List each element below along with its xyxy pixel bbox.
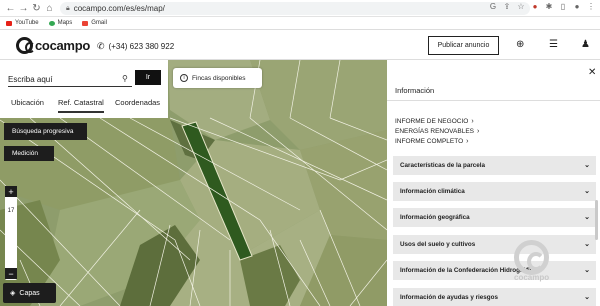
chevron-down-icon: ⌄	[584, 188, 590, 195]
info-panel: ✕ Información INFORME DE NEGOCIO › ENERG…	[387, 60, 600, 306]
info-icon: i	[180, 74, 188, 82]
section-label: Información de ayudas y riesgos	[400, 294, 498, 301]
logo-icon	[16, 37, 35, 54]
tab-coordenadas[interactable]: Coordenadas	[115, 98, 160, 107]
fincas-disponibles-button[interactable]: i Fincas disponibles	[173, 68, 262, 88]
address-bar[interactable]: 🔒︎ cocampo.com/es/es/map/	[60, 2, 530, 15]
go-button[interactable]: Ir	[135, 70, 161, 85]
layers-label: Capas	[19, 289, 40, 297]
progressive-search-button[interactable]: Búsqueda progresiva	[4, 123, 87, 140]
chevron-down-icon: ⌄	[584, 294, 590, 301]
section-label: Características de la parcela	[400, 162, 486, 169]
chevron-down-icon: ⌄	[584, 267, 590, 274]
section-geografica[interactable]: Información geográfica ⌄	[393, 208, 596, 227]
tab-ref-catastral[interactable]: Ref. Catastral	[58, 98, 104, 113]
sidebar-icon[interactable]: ▯	[558, 2, 568, 11]
menu-dots-icon[interactable]: ⋮	[586, 2, 596, 11]
zoom-control	[5, 186, 17, 280]
search-input[interactable]: Escriba aquí	[8, 73, 132, 87]
puzzle-icon[interactable]: ✱	[544, 2, 554, 11]
close-icon[interactable]: ✕	[588, 67, 596, 78]
section-caracteristicas[interactable]: Características de la parcela ⌄	[393, 156, 596, 175]
fincas-label: Fincas disponibles	[192, 74, 246, 82]
publish-ad-button[interactable]: Publicar anuncio	[428, 36, 499, 55]
brand-logo[interactable]: cocampo	[16, 37, 90, 54]
section-climatica[interactable]: Información climática ⌄	[393, 182, 596, 201]
bookmark-label: YouTube	[15, 20, 39, 26]
phone-number: (+34) 623 380 922	[108, 42, 175, 51]
bookmark-youtube[interactable]: YouTube	[6, 20, 39, 26]
link-informe-negocio[interactable]: INFORME DE NEGOCIO ›	[395, 118, 474, 125]
gmail-icon	[82, 20, 89, 26]
zoom-in-button[interactable]: +	[5, 186, 17, 197]
forward-icon[interactable]: →	[17, 3, 30, 14]
back-icon[interactable]: ←	[4, 3, 17, 14]
section-confederacion[interactable]: Información de la Confederación Hidrográ…	[393, 261, 596, 280]
phone-contact[interactable]: ✆ (+34) 623 380 922	[97, 41, 174, 52]
chevron-down-icon: ⌄	[584, 214, 590, 221]
brand-name: cocampo	[35, 38, 90, 53]
link-label: INFORME COMPLETO	[395, 138, 464, 145]
bookmark-maps[interactable]: Maps	[48, 20, 73, 26]
section-label: Usos del suelo y cultivos	[400, 241, 476, 248]
section-ayudas-riesgos[interactable]: Información de ayudas y riesgos ⌄	[393, 288, 596, 306]
chevron-right-icon: ›	[466, 138, 469, 145]
tab-ubicacion[interactable]: Ubicación	[11, 98, 44, 107]
section-usos-suelo[interactable]: Usos del suelo y cultivos ⌄	[393, 235, 596, 254]
google-icon[interactable]: G	[488, 2, 498, 11]
search-icon[interactable]: ⚲	[122, 74, 128, 83]
bookmark-label: Gmail	[91, 20, 107, 26]
logo-icon	[514, 240, 549, 275]
zoom-level: 17	[7, 208, 15, 214]
browser-toolbar: ← → ↻ ⌂ 🔒︎ cocampo.com/es/es/map/ G ⇪ ☆ …	[0, 0, 600, 17]
link-energias-renovables[interactable]: ENERGÍAS RENOVABLES ›	[395, 128, 479, 135]
youtube-icon	[6, 20, 12, 26]
link-label: INFORME DE NEGOCIO	[395, 118, 469, 125]
profile-icon[interactable]: ●	[572, 2, 582, 11]
measure-button[interactable]: Medición	[4, 146, 54, 161]
link-informe-completo[interactable]: INFORME COMPLETO ›	[395, 138, 468, 145]
chevron-down-icon: ⌄	[584, 162, 590, 169]
divider	[387, 100, 600, 101]
link-label: ENERGÍAS RENOVABLES	[395, 128, 474, 135]
cocampo-watermark: cocampo	[514, 240, 549, 282]
zoom-out-button[interactable]: −	[5, 268, 17, 279]
chevron-down-icon: ⌄	[584, 241, 590, 248]
bookmark-gmail[interactable]: Gmail	[82, 20, 107, 26]
home-icon[interactable]: ⌂	[43, 3, 56, 14]
whatsapp-icon: ✆	[97, 41, 105, 51]
layers-icon: ◈	[10, 290, 16, 297]
section-label: Información geográfica	[400, 214, 470, 221]
chevron-right-icon: ›	[477, 128, 480, 135]
panel-title: Información	[395, 86, 435, 95]
extension-icon[interactable]: ●	[530, 2, 540, 11]
chevron-right-icon: ›	[471, 118, 474, 125]
watermark-text: cocampo	[514, 273, 550, 282]
reload-icon[interactable]: ↻	[30, 3, 43, 14]
site-header: cocampo ✆ (+34) 623 380 922 Publicar anu…	[0, 31, 600, 60]
bookmarks-bar: YouTube Maps Gmail	[0, 17, 600, 30]
globe-icon[interactable]: ⊕	[516, 39, 524, 50]
maps-icon	[48, 20, 55, 26]
layers-button[interactable]: ◈ Capas	[3, 283, 56, 303]
url-text: cocampo.com/es/es/map/	[73, 4, 165, 13]
lock-icon: 🔒︎	[66, 4, 70, 12]
bookmark-star-icon[interactable]: ☆	[516, 2, 526, 11]
section-label: Información climática	[400, 188, 465, 195]
share-icon[interactable]: ⇪	[502, 2, 512, 11]
hamburger-menu-icon[interactable]: ☰	[549, 39, 558, 50]
user-icon[interactable]: ♟	[581, 39, 590, 50]
panel-scrollbar[interactable]	[595, 200, 598, 240]
bookmark-label: Maps	[57, 20, 73, 26]
